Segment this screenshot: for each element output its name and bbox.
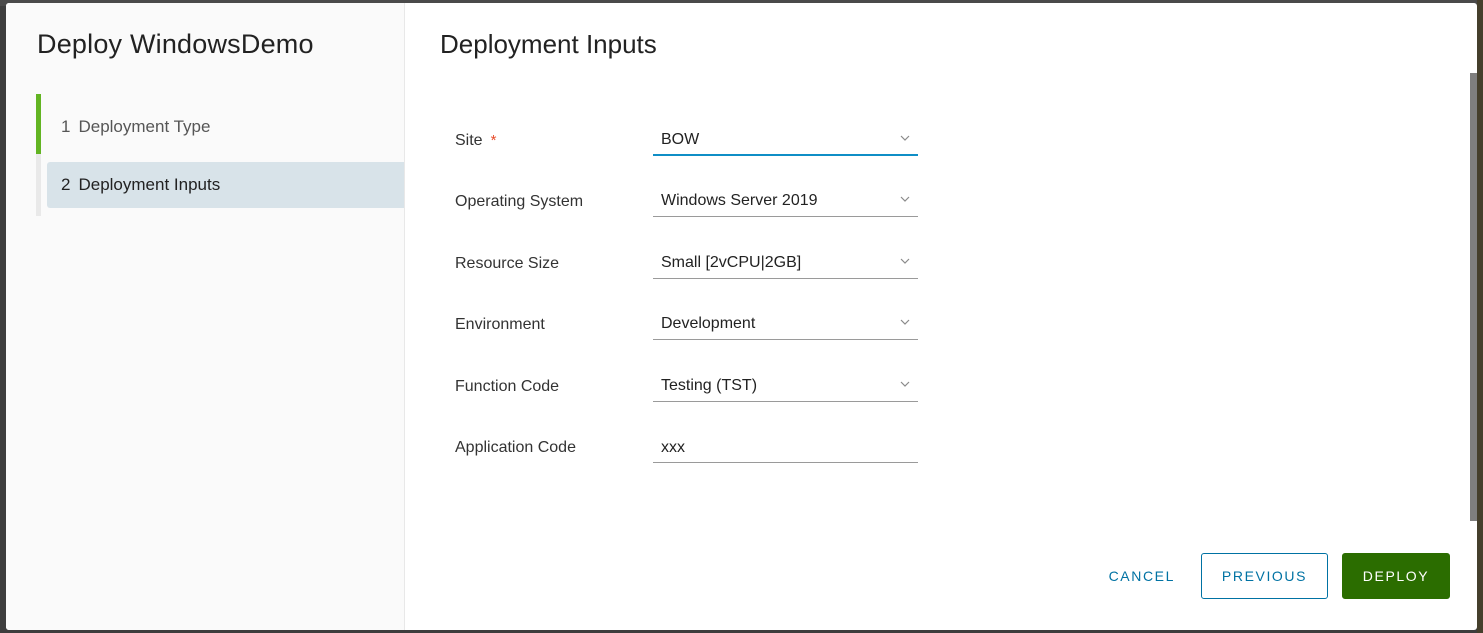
form-row-operating-system: Operating System Windows Server 2019 [455, 182, 925, 243]
deploy-modal: Deploy WindowsDemo 1 Deployment Type 2 D… [6, 3, 1477, 630]
step-number: 1 [61, 117, 71, 136]
step-deployment-type[interactable]: 1 Deployment Type [47, 104, 404, 150]
wizard-sidebar: Deploy WindowsDemo 1 Deployment Type 2 D… [6, 3, 405, 630]
function-code-label: Function Code [455, 377, 560, 395]
site-value: BOW [661, 131, 700, 148]
resource-size-label: Resource Size [455, 254, 560, 272]
step-label: Deployment Type [78, 117, 211, 136]
scrollbar[interactable] [1470, 73, 1477, 521]
modal-footer: CANCEL PREVIOUS DEPLOY [1097, 553, 1450, 599]
form-row-application-code: Application Code [455, 427, 925, 489]
wizard-content: Deployment Inputs Site * BOW Operating Sy… [405, 3, 1477, 630]
chevron-down-icon [900, 381, 910, 387]
application-code-input[interactable] [653, 427, 918, 462]
required-marker: * [490, 132, 497, 149]
environment-select[interactable]: Development [653, 305, 918, 341]
resource-size-select[interactable]: Small [2vCPU|2GB] [653, 244, 918, 279]
cancel-button[interactable]: CANCEL [1097, 553, 1187, 599]
deploy-button[interactable]: DEPLOY [1342, 553, 1450, 599]
page-title: Deployment Inputs [440, 29, 657, 59]
resource-size-value: Small [2vCPU|2GB] [661, 253, 802, 271]
chevron-down-icon [900, 135, 910, 141]
step-number: 2 [61, 175, 71, 194]
site-label: Site * [455, 132, 497, 149]
site-select[interactable]: BOW [653, 121, 918, 156]
environment-value: Development [661, 315, 756, 333]
step-deployment-inputs[interactable]: 2 Deployment Inputs [47, 162, 404, 208]
function-code-value: Testing (TST) [661, 376, 758, 394]
step-progress-indicator [36, 94, 41, 154]
environment-label: Environment [455, 316, 545, 334]
form-row-function-code: Function Code Testing (TST) [455, 367, 925, 428]
backdrop-overlay-right [1477, 0, 1483, 633]
operating-system-label: Operating System [455, 193, 584, 211]
previous-button[interactable]: PREVIOUS [1201, 553, 1328, 599]
deployment-inputs-form: Site * BOW Operating System Windows Serve… [455, 121, 925, 489]
chevron-down-icon [900, 258, 910, 264]
modal-title: Deploy WindowsDemo [37, 29, 314, 59]
application-code-field [653, 427, 918, 463]
operating-system-select[interactable]: Windows Server 2019 [653, 182, 918, 218]
function-code-select[interactable]: Testing (TST) [653, 367, 918, 402]
chevron-down-icon [900, 196, 910, 203]
operating-system-value: Windows Server 2019 [661, 192, 818, 210]
form-row-environment: Environment Development [455, 305, 925, 366]
form-row-site: Site * BOW [455, 121, 925, 182]
chevron-down-icon [900, 319, 910, 326]
application-code-label: Application Code [455, 438, 576, 456]
step-label: Deployment Inputs [78, 175, 221, 194]
form-row-resource-size: Resource Size Small [2vCPU|2GB] [455, 244, 925, 305]
